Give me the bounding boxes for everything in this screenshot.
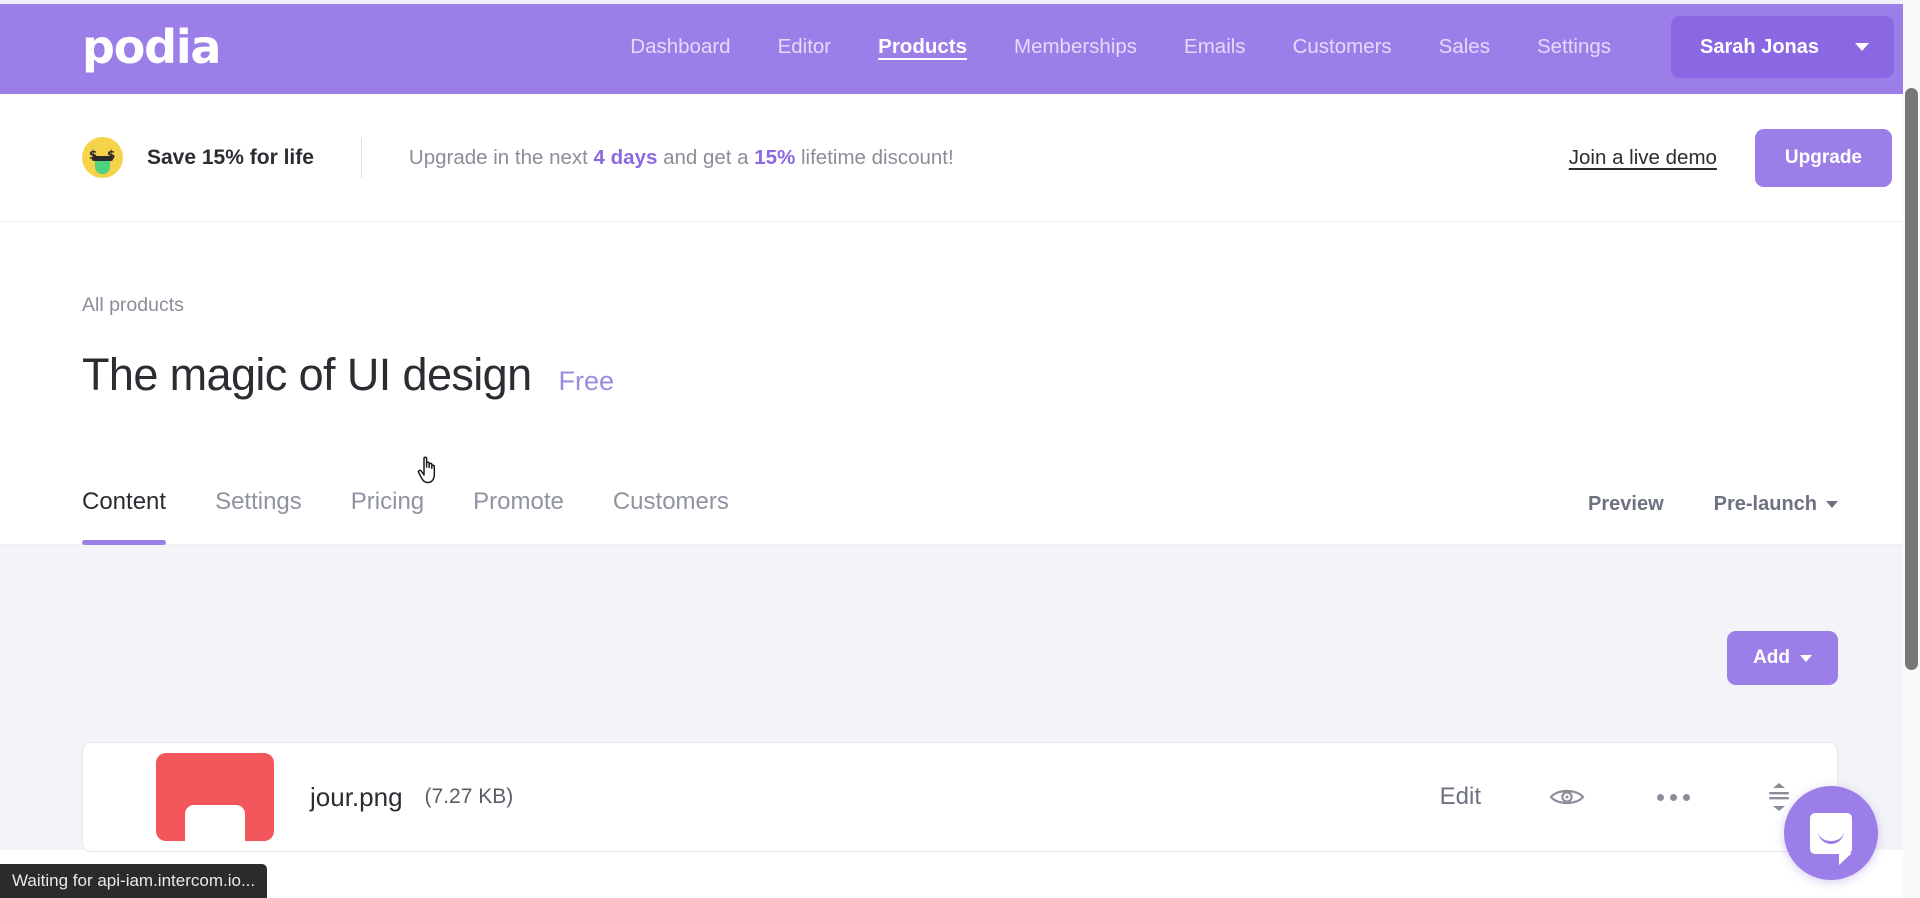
tab-customers[interactable]: Customers [613, 463, 729, 544]
file-list-item[interactable]: jour.png (7.27 KB) Edit [82, 742, 1838, 853]
pre-launch-label: Pre-launch [1713, 493, 1817, 516]
file-size-label: (7.27 KB) [424, 785, 514, 809]
chevron-down-icon [1855, 43, 1869, 51]
promo-message: Upgrade in the next 4 days and get a 15%… [409, 146, 954, 170]
page-scrollbar-thumb[interactable] [1905, 88, 1918, 670]
nav-link-settings[interactable]: Settings [1537, 35, 1611, 59]
promo-actions: Join a live demo Upgrade [1569, 128, 1892, 187]
add-button-row: Add [82, 545, 1838, 686]
tab-promote[interactable]: Promote [473, 463, 564, 544]
title-row: The magic of UI design Free [82, 349, 1838, 400]
browser-status-bar: Waiting for api-iam.intercom.io... [0, 864, 268, 898]
page-header: All products The magic of UI design Free [0, 222, 1920, 398]
nav-link-products[interactable]: Products [878, 35, 967, 59]
nav-link-customers[interactable]: Customers [1293, 35, 1392, 59]
preview-label: Preview [1588, 493, 1664, 516]
tab-settings[interactable]: Settings [215, 463, 302, 544]
tab-bar-actions: Preview Pre-launch [1588, 493, 1838, 544]
promo-title: Save 15% for life [147, 145, 314, 169]
nav-link-memberships[interactable]: Memberships [1014, 35, 1137, 59]
promo-banner: $ $ Save 15% for life Upgrade in the nex… [0, 94, 1920, 222]
tab-content[interactable]: Content [82, 463, 167, 546]
podia-logo[interactable]: podia [82, 24, 221, 70]
nav-link-editor[interactable]: Editor [778, 35, 832, 59]
file-name-label: jour.png [310, 781, 403, 812]
user-name-label: Sarah Jonas [1700, 35, 1819, 58]
product-tabs-bar: Content Settings Pricing Promote Custome… [0, 463, 1920, 546]
promo-text-after: lifetime discount! [795, 145, 954, 169]
join-live-demo-link[interactable]: Join a live demo [1569, 146, 1717, 170]
user-account-dropdown[interactable]: Sarah Jonas [1671, 16, 1894, 78]
intercom-chat-launcher[interactable] [1784, 786, 1878, 880]
promo-highlight-percent: 15% [754, 145, 796, 169]
top-navigation-bar: podia Dashboard Editor Products Membersh… [0, 0, 1920, 94]
pre-launch-dropdown[interactable]: Pre-launch [1714, 493, 1838, 516]
money-mouth-face-emoji: $ $ [82, 137, 123, 178]
ellipsis-icon[interactable] [1653, 781, 1693, 813]
nav-link-sales[interactable]: Sales [1439, 35, 1490, 59]
preview-button[interactable]: Preview [1588, 493, 1664, 516]
promo-highlight-days: 4 days [593, 145, 658, 169]
file-thumbnail [156, 753, 274, 842]
file-edit-button[interactable]: Edit [1440, 783, 1481, 811]
add-button-label: Add [1753, 647, 1790, 669]
page-title: The magic of UI design [82, 349, 532, 400]
tab-pricing[interactable]: Pricing [351, 463, 424, 544]
eye-icon[interactable] [1547, 781, 1587, 813]
chat-bubble-icon [1810, 812, 1852, 865]
chevron-down-icon [1826, 501, 1838, 509]
main-nav-links: Dashboard Editor Products Memberships Em… [630, 35, 1611, 59]
promo-text-before: Upgrade in the next [408, 145, 594, 169]
breadcrumb-all-products[interactable]: All products [82, 222, 184, 317]
file-row-actions: Edit [1440, 781, 1799, 813]
add-button[interactable]: Add [1727, 631, 1838, 686]
promo-divider [360, 137, 362, 178]
nav-link-emails[interactable]: Emails [1184, 35, 1246, 59]
nav-link-dashboard[interactable]: Dashboard [630, 35, 730, 59]
upgrade-button[interactable]: Upgrade [1754, 128, 1892, 187]
product-tabs: Content Settings Pricing Promote Custome… [82, 463, 729, 546]
price-badge: Free [558, 366, 615, 396]
promo-text-middle: and get a [657, 145, 755, 169]
content-body: Add jour.png (7.27 KB) Edit [0, 545, 1920, 853]
chevron-down-icon [1800, 654, 1812, 662]
